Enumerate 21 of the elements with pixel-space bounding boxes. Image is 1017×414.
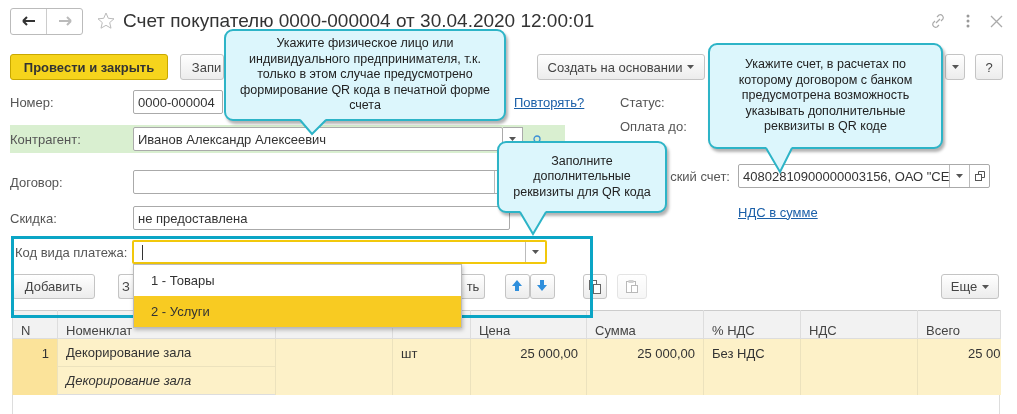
field-label: Контрагент:	[10, 131, 81, 147]
table-cell: Декорирование зала	[57, 338, 276, 367]
callout-tooltip: Укажите счет, в расчетах по которому договором с банком предусмотрена возможность указывать дополнительные реквизиты в QR коде	[708, 43, 943, 149]
table-cell: Декорирование зала	[57, 366, 276, 395]
callout-tooltip: Заполните дополнительные реквизиты для QR кода	[497, 141, 667, 213]
field-label: Оплата до:	[620, 118, 687, 134]
field-label: Код вида платежа:	[15, 244, 128, 260]
table-cell: 25 00	[917, 338, 1001, 395]
table-cell: Без НДС	[703, 338, 801, 395]
field-value: 40802810900000003156, ОАО "СЕ	[743, 168, 949, 184]
window-title: Счет покупателю 0000-000004 от 30.04.2020 12:00:01	[123, 10, 595, 32]
field-label: Скидка:	[10, 210, 57, 226]
field-label: Договор:	[10, 174, 63, 190]
table-cell: 25 000,00	[586, 338, 704, 395]
field-label: ский счет:	[670, 168, 730, 184]
table-cell: 25 000,00	[470, 338, 587, 395]
callout-tooltip: Укажите физическое лицо или индивидуального предпринимателя, т.к. только в этом случае предусмотрено формирование QR кода в печатной форме счета	[224, 29, 506, 121]
field-label: Номер:	[10, 94, 54, 110]
table-cell: шт	[392, 338, 471, 395]
table-cell: 1	[12, 338, 58, 395]
field-label: Статус:	[620, 94, 665, 110]
